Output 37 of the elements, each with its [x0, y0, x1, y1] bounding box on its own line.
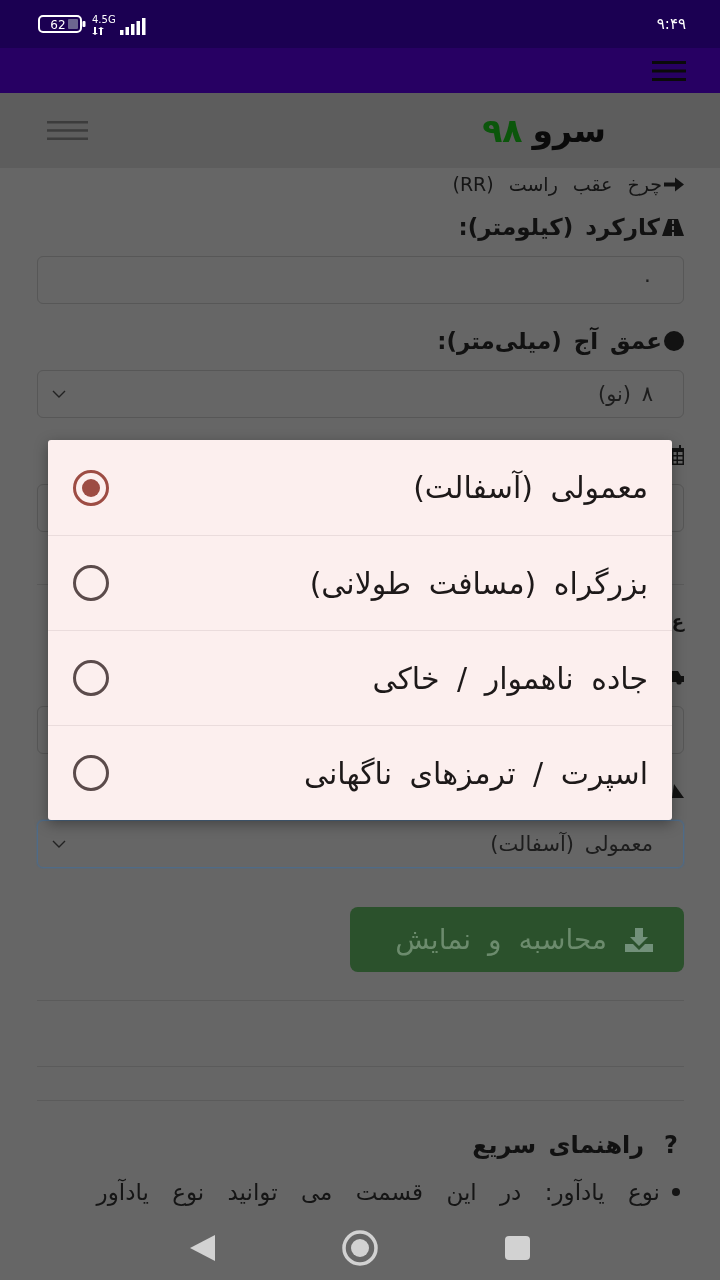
- signal-icon: [120, 17, 146, 35]
- calculate-button[interactable]: محاسبه و نمایش: [350, 907, 684, 972]
- recent-apps-icon[interactable]: [505, 1235, 530, 1260]
- download-icon: [625, 927, 653, 952]
- road-icon: [662, 218, 684, 236]
- help-text: نوع یادآور: در این قسمت می توانید نوع یادآور: [96, 1179, 660, 1205]
- dropdown-field[interactable]: معمولی (آسفالت): [37, 820, 684, 868]
- radio-icon[interactable]: [72, 754, 110, 792]
- arrow-right-icon: [664, 176, 684, 192]
- back-icon[interactable]: [190, 1234, 215, 1261]
- option-item[interactable]: معمولی (آسفالت): [48, 440, 672, 535]
- option-item[interactable]: بزرگراه (مسافت طولانی): [48, 535, 672, 630]
- car-icon: [672, 669, 684, 685]
- chevron-down-icon: [52, 840, 66, 848]
- network-type-label: 4.5G: [92, 13, 117, 25]
- caption-text: چرخ عقب راست (RR): [452, 173, 662, 195]
- field-label: عمق آج (میلی‌متر):: [437, 328, 662, 354]
- chevron-down-icon: [52, 390, 66, 398]
- radio-icon[interactable]: [72, 564, 110, 602]
- radio-icon[interactable]: [72, 468, 110, 507]
- option-item[interactable]: جاده ناهموار / خاکی: [48, 630, 672, 725]
- help-title: راهنمای سریع: [472, 1131, 645, 1159]
- data-arrows-icon: [92, 26, 106, 35]
- home-icon[interactable]: [342, 1229, 378, 1266]
- dropdown-field[interactable]: ۸ (نو): [37, 370, 684, 418]
- logo-text[interactable]: سرو: [532, 108, 606, 153]
- clock-time: ۹:۴۹: [656, 15, 686, 33]
- question-mark: ?: [664, 1131, 678, 1159]
- option-item[interactable]: اسپرت / ترمزهای ناگهانی: [48, 725, 672, 820]
- bullet-icon: [672, 1188, 680, 1196]
- text-input-field[interactable]: ۰: [37, 256, 684, 304]
- field-label: کارکرد (کیلومتر):: [458, 214, 660, 240]
- battery-indicator: 62: [38, 15, 86, 33]
- filled-circle-icon: [664, 331, 684, 351]
- radio-icon[interactable]: [72, 659, 110, 697]
- calendar-icon: [672, 445, 684, 465]
- section-heading: ع: [671, 610, 684, 634]
